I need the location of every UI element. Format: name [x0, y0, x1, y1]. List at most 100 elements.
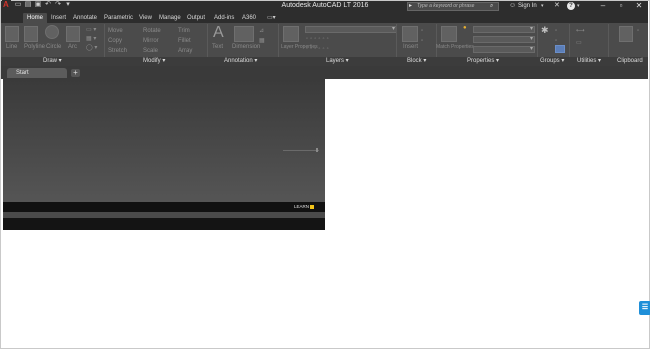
rectangle-icon[interactable]: ▭ ▾ — [86, 27, 96, 34]
save-icon[interactable]: ▣ — [34, 1, 42, 9]
tab-insert[interactable]: Insert — [51, 13, 66, 23]
minimize-icon[interactable]: – — [595, 0, 611, 12]
qat-dropdown-icon[interactable]: ▾ — [64, 1, 72, 9]
panel-block[interactable]: Block ▾ — [407, 57, 426, 66]
group-edit-icon[interactable]: ▫ — [555, 38, 557, 45]
help-dropdown-icon[interactable]: ▾ — [577, 2, 580, 11]
polyline-tool-icon[interactable] — [24, 26, 38, 42]
restore-icon[interactable]: ▫ — [613, 0, 629, 12]
mirror-tool[interactable]: Mirror — [143, 38, 159, 45]
tab-a360[interactable]: A360 — [242, 13, 256, 23]
text-label: Text — [212, 44, 224, 50]
search-placeholder: Type a keyword or phrase — [417, 3, 475, 9]
layer-tools-icon[interactable]: ◦◦◦◦◦◦ — [306, 36, 331, 43]
color-dropdown[interactable] — [473, 25, 535, 33]
slider-handle[interactable] — [316, 148, 318, 152]
open-folder-icon[interactable]: ▤ — [24, 1, 32, 9]
line-label: Line — [6, 44, 18, 50]
title-bar — [1, 1, 648, 13]
color-wheel-icon: ● — [463, 25, 467, 31]
copy-clip-icon[interactable]: ▫ — [637, 28, 639, 35]
stretch-tool[interactable]: Stretch — [108, 48, 127, 55]
undo-icon[interactable]: ↶ — [44, 1, 52, 9]
panel-properties[interactable]: Properties ▾ — [467, 57, 499, 66]
panel-clipboard[interactable]: Clipboard — [617, 57, 643, 66]
hatch-icon[interactable]: ▦ ▾ — [86, 36, 96, 43]
panel-groups[interactable]: Groups ▾ — [540, 57, 564, 66]
array-tool[interactable]: Array — [178, 48, 192, 55]
sign-in-button[interactable]: Sign In — [518, 2, 537, 11]
measure-icon[interactable]: ⟷ — [576, 28, 585, 35]
circle-label: Circle — [46, 44, 62, 50]
tab-add-ins[interactable]: Add-ins — [214, 13, 234, 23]
user-icon: ☺ — [509, 2, 517, 9]
tab-manage[interactable]: Manage — [159, 13, 181, 23]
panel-layers-label: Layers — [326, 58, 345, 64]
panel-draw[interactable]: Draw ▾ — [43, 57, 62, 66]
learn-tab[interactable]: LEARN — [294, 202, 309, 212]
search-icon[interactable]: ⌕ — [490, 2, 498, 10]
exchange-icon[interactable]: ✕ — [554, 2, 561, 10]
layer-state-icon[interactable]: ◦◦◦◦◦◦ — [306, 46, 331, 53]
tab-output[interactable]: Output — [187, 13, 205, 23]
panel-utilities[interactable]: Utilities ▾ — [577, 57, 601, 66]
redo-icon[interactable]: ↷ — [54, 1, 62, 9]
linetype-dropdown[interactable] — [473, 45, 535, 53]
help-icon[interactable]: ? — [567, 2, 575, 10]
dimension-label: Dimension — [232, 44, 261, 50]
tab-annotate[interactable]: Annotate — [73, 13, 97, 23]
create-block-icon[interactable]: ▫ — [421, 28, 423, 35]
line-tool-icon[interactable] — [5, 26, 19, 42]
tab-parametric[interactable]: Parametric — [104, 13, 133, 23]
sign-in-dropdown-icon[interactable]: ▾ — [541, 2, 544, 11]
tab-view[interactable]: View — [139, 13, 152, 23]
lineweight-dropdown[interactable] — [473, 35, 535, 43]
table-icon[interactable]: ▦ — [259, 38, 265, 45]
paste-icon[interactable] — [619, 26, 633, 42]
arc-tool-icon[interactable] — [66, 26, 80, 42]
start-page-slider[interactable] — [283, 150, 319, 151]
ellipse-icon[interactable]: ◯ ▾ — [86, 45, 97, 52]
layer-dropdown[interactable] — [305, 25, 397, 33]
circle-tool-icon[interactable] — [45, 25, 59, 39]
insert-label: Insert — [403, 44, 419, 50]
panel-clipboard-label: Clipboard — [617, 58, 643, 64]
tab-start[interactable]: Start — [7, 68, 67, 78]
panel-modify[interactable]: Modify ▾ — [143, 57, 165, 66]
panel-modify-label: Modify — [143, 58, 161, 64]
copy-tool[interactable]: Copy — [108, 38, 122, 45]
group-select-icon[interactable] — [555, 45, 565, 53]
ribbon-options-icon[interactable]: ▭▾ — [267, 14, 278, 22]
panel-layers[interactable]: Layers ▾ — [326, 57, 349, 66]
match-properties-label: Match Properties — [436, 44, 474, 50]
chat-icon[interactable]: ☰ — [639, 301, 650, 315]
match-properties-icon[interactable] — [441, 26, 457, 42]
panel-properties-label: Properties — [467, 58, 495, 64]
rotate-tool[interactable]: Rotate — [143, 28, 161, 35]
application-menu-button[interactable]: A — [2, 0, 11, 11]
scale-tool[interactable]: Scale — [143, 48, 158, 55]
new-tab-button[interactable]: + — [71, 69, 80, 77]
edit-block-icon[interactable]: ▫ — [421, 38, 423, 45]
dimension-tool-icon[interactable] — [234, 26, 254, 42]
insert-block-icon[interactable] — [402, 26, 418, 42]
trim-tool[interactable]: Trim — [178, 28, 190, 35]
start-page — [3, 79, 325, 202]
move-tool[interactable]: Move — [108, 28, 123, 35]
application-menu-icon: A — [3, 0, 9, 9]
utilities-icon[interactable]: ▭ — [576, 40, 582, 47]
group-icon[interactable]: ✱ — [541, 25, 549, 35]
text-tool-icon[interactable]: A — [213, 24, 224, 42]
layer-properties-icon[interactable] — [283, 26, 299, 42]
leader-icon[interactable]: ⊿ — [259, 28, 264, 35]
new-file-icon[interactable]: ▭ — [14, 1, 22, 9]
polyline-label: Polyline — [24, 44, 46, 50]
close-icon[interactable]: ✕ — [631, 0, 647, 12]
quick-access-toolbar: ▭ ▤ ▣ ↶ ↷ ▾ — [14, 1, 72, 9]
ungroup-icon[interactable]: ▫ — [555, 28, 557, 35]
fillet-tool[interactable]: Fillet — [178, 38, 191, 45]
search-arrow-icon[interactable]: ▸ — [409, 2, 415, 10]
tab-home[interactable]: Home — [23, 13, 48, 23]
panel-annotation-label: Annotation — [224, 58, 253, 64]
panel-annotation[interactable]: Annotation ▾ — [224, 57, 257, 66]
